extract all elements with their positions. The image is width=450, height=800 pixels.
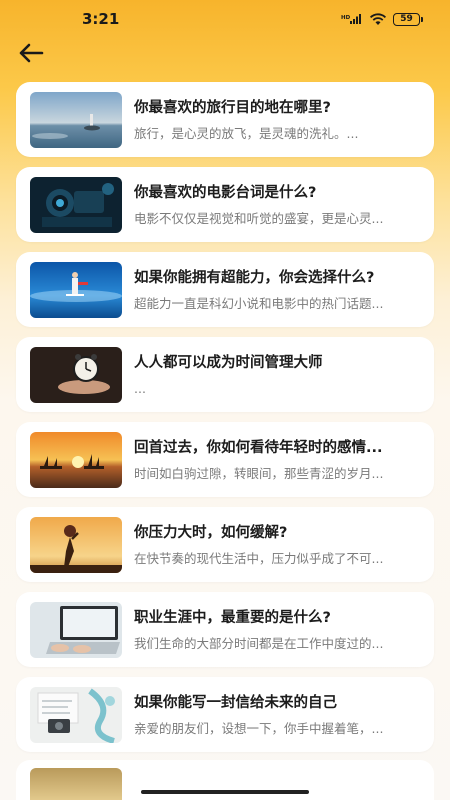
article-title: 你最喜欢的旅行目的地在哪里? [134,99,331,116]
list-item[interactable]: 你最喜欢的旅行目的地在哪里? 旅行，是心灵的放飞，是灵魂的洗礼。... [16,82,434,157]
article-title: 人人都可以成为时间管理大师 [134,354,323,371]
home-indicator[interactable] [141,790,309,794]
article-thumbnail [30,516,122,573]
battery-icon: 59 [393,12,423,26]
wifi-icon [369,12,387,25]
article-thumbnail [30,686,122,743]
back-button[interactable] [14,38,48,68]
hd-signal-icon: HD [341,14,361,24]
status-icons: HD 59 [341,12,423,26]
list-item[interactable]: 人人都可以成为时间管理大师 ... [16,337,434,412]
list-item[interactable]: 如果你能拥有超能力，你会选择什么? 超能力一直是科幻小说和电影中的热门话题... [16,252,434,327]
article-summary: 超能力一直是科幻小说和电影中的热门话题... [134,295,384,311]
article-title: 你压力大时，如何缓解? [134,524,288,541]
list-item[interactable]: 你最喜欢的电影台词是什么? 电影不仅仅是视觉和听觉的盛宴，更是心灵... [16,167,434,242]
article-title: 职业生涯中，最重要的是什么? [134,609,331,626]
status-bar: 3:21 HD 59 [0,0,450,38]
article-thumbnail [30,346,122,403]
list-item[interactable]: 你压力大时，如何缓解? 在快节奏的现代生活中，压力似乎成了不可... [16,507,434,582]
article-title: 如果你能拥有超能力，你会选择什么? [134,269,375,286]
article-summary: 我们生命的大部分时间都是在工作中度过的... [134,635,384,651]
svg-text:HD: HD [341,15,351,21]
list-item[interactable]: 回首过去，你如何看待年轻时的感情... 时间如白驹过隙，转眼间，那些青涩的岁月.… [16,422,434,497]
article-thumbnail [30,261,122,318]
article-list: 你最喜欢的旅行目的地在哪里? 旅行，是心灵的放飞，是灵魂的洗礼。... 你最喜欢… [16,82,434,762]
article-summary: 电影不仅仅是视觉和听觉的盛宴，更是心灵... [134,210,384,226]
article-title: 你最喜欢的电影台词是什么? [134,184,317,201]
article-thumbnail [30,176,122,233]
article-summary: 旅行，是心灵的放飞，是灵魂的洗礼。... [134,125,359,141]
status-time: 3:21 [82,10,120,28]
back-arrow-icon [19,43,44,63]
article-thumbnail [30,91,122,148]
article-thumbnail [30,601,122,658]
list-item[interactable]: 职业生涯中，最重要的是什么? 我们生命的大部分时间都是在工作中度过的... [16,592,434,667]
article-thumbnail [30,768,122,800]
list-item-partial[interactable] [16,760,434,800]
article-summary: 在快节奏的现代生活中，压力似乎成了不可... [134,550,384,566]
list-item[interactable]: 如果你能写一封信给未来的自己 亲爱的朋友们，设想一下，你手中握着笔，... [16,677,434,752]
article-summary: 亲爱的朋友们，设想一下，你手中握着笔，... [134,720,384,736]
article-thumbnail [30,431,122,488]
article-title: 如果你能写一封信给未来的自己 [134,694,337,711]
article-title: 回首过去，你如何看待年轻时的感情... [134,439,383,456]
article-summary: 时间如白驹过隙，转眼间，那些青涩的岁月... [134,465,384,481]
battery-level: 59 [400,14,413,24]
article-summary: ... [134,380,146,396]
